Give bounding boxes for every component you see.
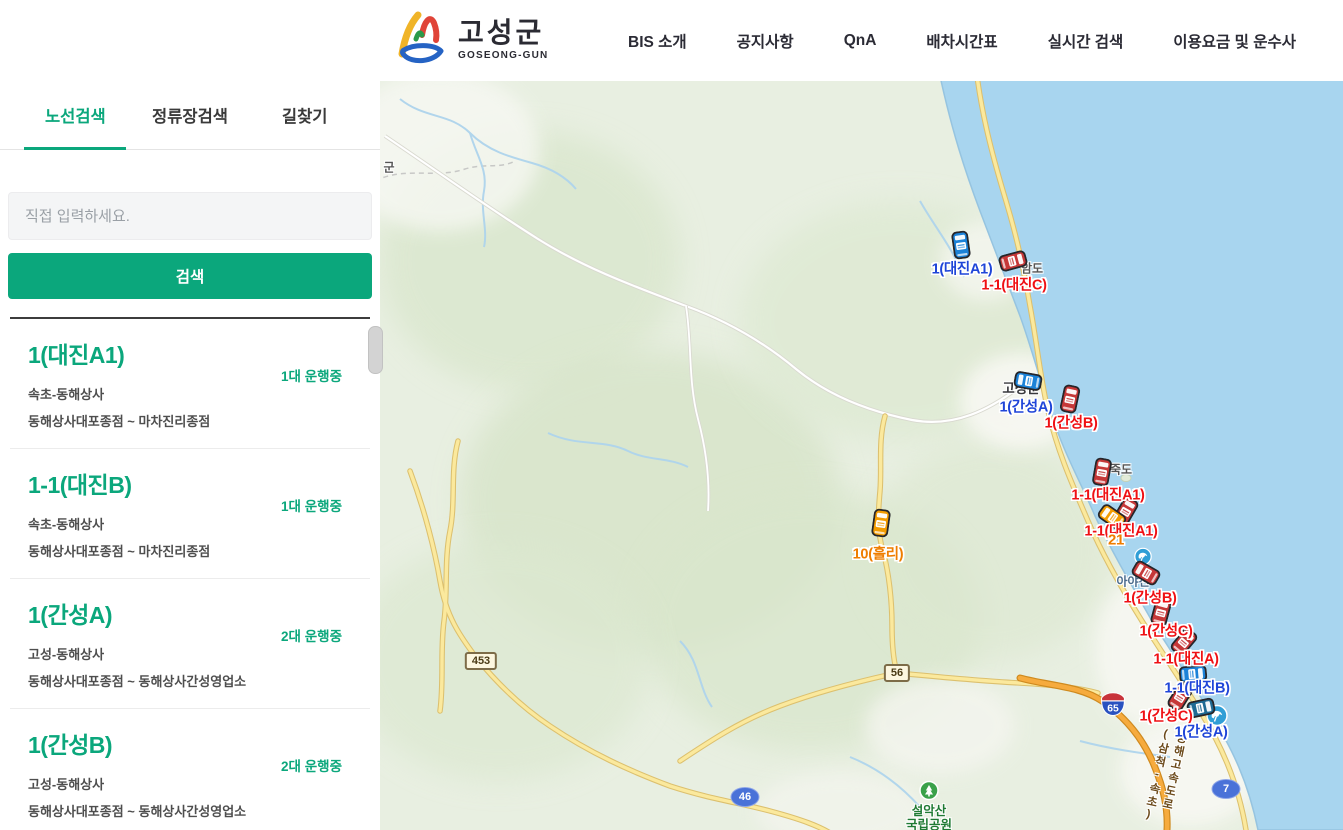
route-operator: 고성-동해상사 xyxy=(28,644,360,663)
route-search-input[interactable] xyxy=(8,192,372,240)
route-operator: 속초-동해상사 xyxy=(28,514,360,533)
nav-item-5[interactable]: 이용요금 및 운수사 xyxy=(1173,30,1296,52)
map-marker-layer: 1(대진A1)1-1(대진C)1(간성A)1(간성B)1-1(대진A1)1-1(… xyxy=(380,81,1343,830)
route-item[interactable]: 1(대진A1)1대 운행중속초-동해상사동해상사대포종점 ~ 마차진리종점 xyxy=(10,319,370,449)
park-icon xyxy=(919,781,939,806)
map[interactable]: 1(대진A1)1-1(대진C)1(간성A)1(간성B)1-1(대진A1)1-1(… xyxy=(380,81,1343,830)
route-status-badge: 1대 운행중 xyxy=(281,365,342,385)
nav-item-2[interactable]: QnA xyxy=(844,32,877,50)
logo-title: 고성군 xyxy=(458,19,548,47)
header: 고성군 GOSEONG-GUN BIS 소개 공지사항 QnA 배차시간표 실시간 검색… xyxy=(0,0,1343,81)
park-name-line1: 설악산 xyxy=(906,804,952,818)
route-endpoints: 동해상사대포종점 ~ 동해상사간성영업소 xyxy=(28,801,360,820)
route-endpoints: 동해상사대포종점 ~ 동해상사간성영업소 xyxy=(28,671,360,690)
road-shield-46: 46 xyxy=(731,787,760,807)
route-status-badge: 1대 운행중 xyxy=(281,495,342,515)
search-button[interactable]: 검색 xyxy=(8,253,372,299)
park-name-line2: 국립공원 xyxy=(906,818,952,830)
bus-route-label: 1-1(대진B) xyxy=(1164,677,1229,698)
bus-route-label: 1(간성B) xyxy=(1123,587,1176,608)
logo-subtitle: GOSEONG-GUN xyxy=(458,51,548,61)
expressway-name-label: 동해고속도로(삼척-속초) xyxy=(1138,727,1190,830)
park-label: 설악산국립공원 xyxy=(906,804,952,830)
route-operator: 고성-동해상사 xyxy=(28,774,360,793)
bus-route-label: 1(간성C) xyxy=(1139,620,1192,641)
route-item[interactable]: 1(간성A)2대 운행중고성-동해상사동해상사대포종점 ~ 동해상사간성영업소 xyxy=(10,579,370,709)
route-item[interactable]: 1-1(대진B)1대 운행중속초-동해상사동해상사대포종점 ~ 마차진리종점 xyxy=(10,449,370,579)
bus-marker[interactable] xyxy=(1059,384,1081,415)
nav-item-1[interactable]: 공지사항 xyxy=(737,30,794,52)
tab-0[interactable]: 노선검색 xyxy=(18,81,133,149)
panel-collapse-handle[interactable] xyxy=(368,326,383,374)
road-shield-7: 7 xyxy=(1212,779,1241,799)
tab-1[interactable]: 정류장검색 xyxy=(133,81,248,149)
goseong-logo[interactable]: 고성군 GOSEONG-GUN xyxy=(392,8,548,71)
search-sidebar: 노선검색정류장검색길찾기 검색 1(대진A1)1대 운행중속초-동해상사동해상사… xyxy=(0,81,380,830)
route-operator: 속초-동해상사 xyxy=(28,384,360,403)
bus-route-label: 1-1(대진A) xyxy=(1153,648,1218,669)
road-shield-453: 453 xyxy=(465,652,497,670)
route-status-badge: 2대 운행중 xyxy=(281,755,342,775)
place-label: 죽도 xyxy=(1110,461,1132,478)
nav-item-3[interactable]: 배차시간표 xyxy=(926,30,997,52)
search-section: 검색 xyxy=(0,150,380,299)
tab-2[interactable]: 길찾기 xyxy=(247,81,362,149)
route-endpoints: 동해상사대포종점 ~ 마차진리종점 xyxy=(28,411,360,430)
svg-text:65: 65 xyxy=(1107,703,1119,714)
route-list: 1(대진A1)1대 운행중속초-동해상사동해상사대포종점 ~ 마차진리종점1-1… xyxy=(10,317,370,830)
road-shield-65: 65 xyxy=(1100,690,1126,717)
bus-route-label: 1(간성A) xyxy=(1174,721,1227,742)
road-shield-56: 56 xyxy=(884,664,910,682)
bus-route-label: 1-1(대진C) xyxy=(981,274,1046,295)
nav-item-0[interactable]: BIS 소개 xyxy=(628,30,687,52)
nav-item-4[interactable]: 실시간 검색 xyxy=(1048,30,1124,52)
goseong-logo-icon xyxy=(392,8,448,71)
bus-count-label: 21 xyxy=(1108,532,1124,549)
sidebar-tabs: 노선검색정류장검색길찾기 xyxy=(0,81,380,150)
route-item[interactable]: 1(간성B)2대 운행중고성-동해상사동해상사대포종점 ~ 동해상사간성영업소 xyxy=(10,709,370,830)
place-label: 군 xyxy=(383,159,394,176)
route-endpoints: 동해상사대포종점 ~ 마차진리종점 xyxy=(28,541,360,560)
bus-route-label: 10(흘리) xyxy=(853,543,904,564)
route-status-badge: 2대 운행중 xyxy=(281,625,342,645)
main-nav: BIS 소개 공지사항 QnA 배차시간표 실시간 검색 이용요금 및 운수사 xyxy=(628,0,1296,81)
bus-route-label: 1-1(대진A1) xyxy=(1071,484,1144,505)
bus-route-label: 1(간성B) xyxy=(1044,412,1097,433)
bus-marker[interactable] xyxy=(871,508,892,538)
bus-marker[interactable] xyxy=(951,230,972,260)
